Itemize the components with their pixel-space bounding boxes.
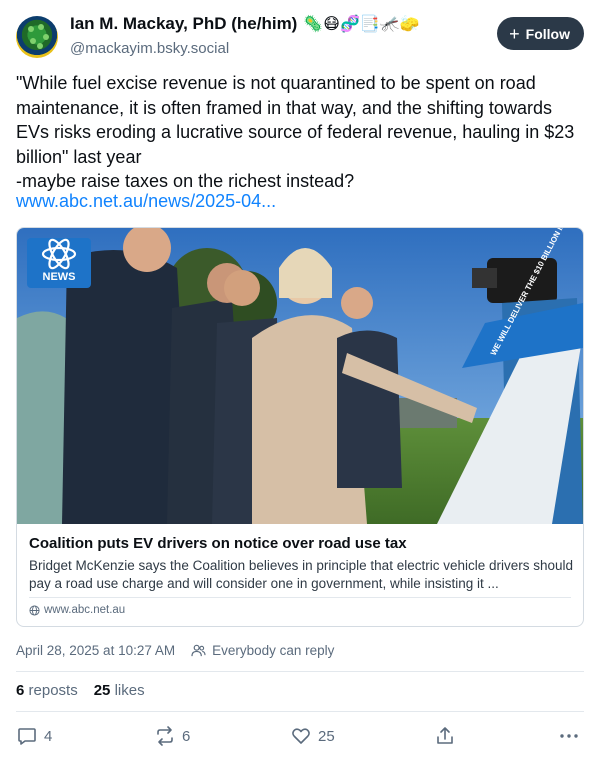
abc-news-badge: NEWS xyxy=(43,271,76,283)
divider xyxy=(16,711,584,712)
card-domain-text: www.abc.net.au xyxy=(44,604,126,616)
timestamp[interactable]: April 28, 2025 at 10:27 AM xyxy=(16,643,175,658)
like-count: 25 xyxy=(318,727,335,745)
share-button[interactable] xyxy=(434,725,456,747)
post-link[interactable]: www.abc.net.au/news/2025-04... xyxy=(16,191,276,212)
article-image[interactable]: WE WILL DELIVER THE $10 BILLION MELBOURN… xyxy=(17,228,583,524)
reply-button[interactable]: 4 xyxy=(16,725,52,747)
people-icon xyxy=(191,644,206,657)
divider xyxy=(16,671,584,672)
repost-button[interactable]: 6 xyxy=(154,725,190,747)
globe-icon xyxy=(29,604,40,616)
reply-setting: Everybody can reply xyxy=(212,643,335,658)
plus-icon: + xyxy=(509,23,520,44)
share-icon xyxy=(434,725,456,747)
post-meta: April 28, 2025 at 10:27 AM Everybody can… xyxy=(16,643,334,658)
engagement-stats: 6 reposts 25 likes xyxy=(16,682,145,699)
more-options-button[interactable] xyxy=(558,725,580,747)
reply-count: 4 xyxy=(44,727,53,745)
author-display-name[interactable]: Ian M. Mackay, PhD (he/him) xyxy=(70,14,297,33)
follow-button[interactable]: + Follow xyxy=(497,17,584,50)
post-actions: 4 6 25 xyxy=(16,725,584,749)
author-emojis: 🦠😷🧬📑🦟🧽 xyxy=(303,16,420,33)
more-icon xyxy=(558,725,580,747)
card-description: Bridget McKenzie says the Coalition beli… xyxy=(29,558,573,591)
card-domain: www.abc.net.au xyxy=(29,604,125,616)
author-handle[interactable]: @mackayim.bsky.social xyxy=(70,40,229,57)
avatar[interactable] xyxy=(16,16,58,58)
like-button[interactable]: 25 xyxy=(290,725,335,747)
reposts-stat[interactable]: 6 reposts xyxy=(16,682,78,699)
reply-icon xyxy=(16,725,38,747)
follow-label: Follow xyxy=(525,25,570,42)
heart-icon xyxy=(290,725,312,747)
card-divider xyxy=(29,597,571,598)
author-name[interactable]: Ian M. Mackay, PhD (he/him) 🦠😷🧬📑🦟🧽 xyxy=(70,14,420,34)
likes-stat[interactable]: 25 likes xyxy=(94,682,145,699)
card-title[interactable]: Coalition puts EV drivers on notice over… xyxy=(29,535,407,552)
link-preview-card[interactable]: WE WILL DELIVER THE $10 BILLION MELBOURN… xyxy=(16,227,584,627)
repost-count: 6 xyxy=(182,727,191,745)
repost-icon xyxy=(154,725,176,747)
post-text: "While fuel excise revenue is not quaran… xyxy=(16,73,575,191)
